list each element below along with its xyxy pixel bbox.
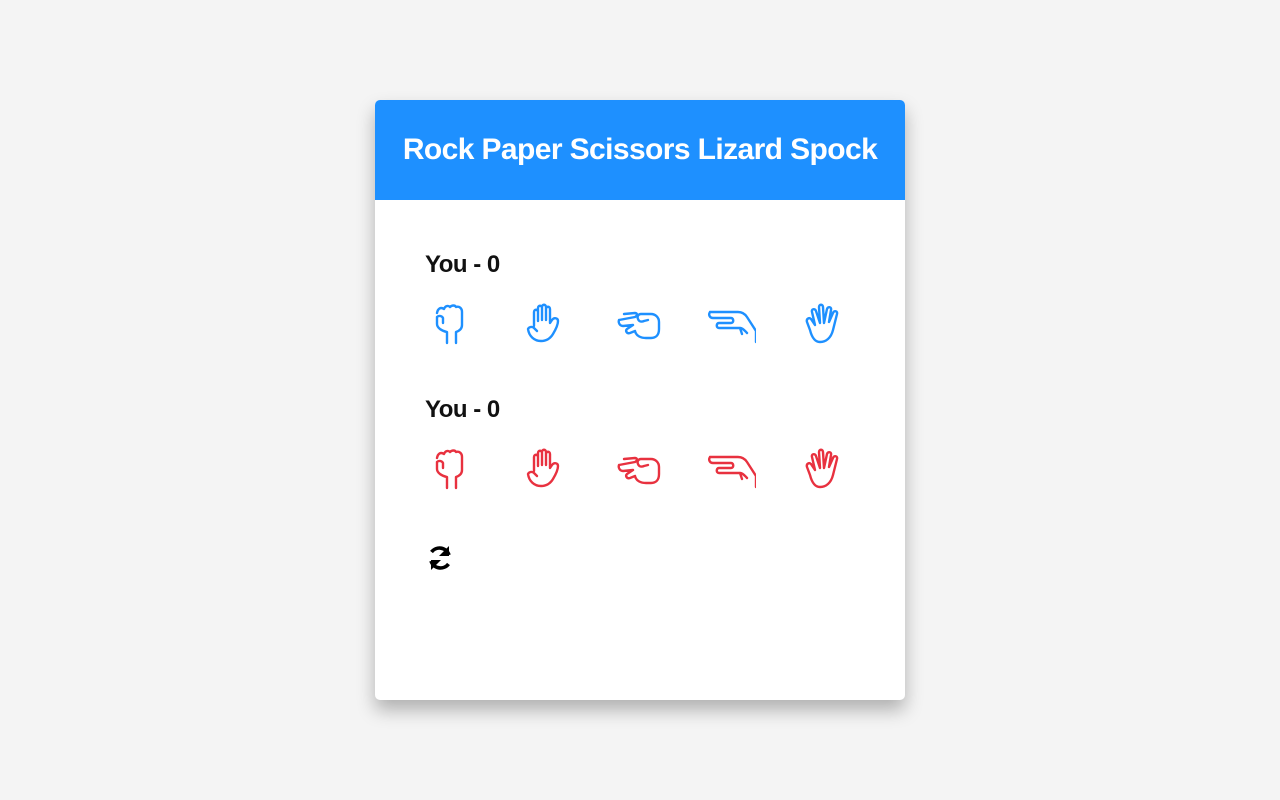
hand-spock-icon <box>805 448 839 489</box>
game-card: Rock Paper Scissors Lizard Spock You - 0 <box>375 100 905 700</box>
player-two-lizard-button[interactable] <box>704 441 760 497</box>
hand-rock-icon <box>435 304 464 345</box>
player-two-section: You - 0 <box>425 395 855 497</box>
player-one-paper-button[interactable] <box>518 296 574 352</box>
reset-button[interactable] <box>425 543 457 575</box>
hand-paper-icon <box>526 448 560 488</box>
hand-spock-icon <box>805 303 839 344</box>
refresh-icon <box>429 546 451 570</box>
player-two-scissors-button[interactable] <box>611 441 667 497</box>
hand-lizard-icon <box>708 455 756 489</box>
player-one-scissors-button[interactable] <box>611 296 667 352</box>
player-two-paper-button[interactable] <box>518 441 574 497</box>
player-two-hands <box>425 441 855 497</box>
player-two-score: You - 0 <box>425 396 500 423</box>
player-two-spock-button[interactable] <box>797 441 853 497</box>
hand-rock-icon <box>435 449 464 490</box>
player-two-rock-button[interactable] <box>425 441 481 497</box>
page-title: Rock Paper Scissors Lizard Spock <box>402 133 878 166</box>
card-header: Rock Paper Scissors Lizard Spock <box>375 100 905 200</box>
player-one-score: You - 0 <box>425 251 500 278</box>
player-one-hands <box>425 296 855 352</box>
hand-scissors-icon <box>617 311 661 340</box>
hand-scissors-icon <box>617 456 661 485</box>
player-one-section: You - 0 <box>425 250 855 352</box>
player-one-spock-button[interactable] <box>797 296 853 352</box>
hand-lizard-icon <box>708 310 756 344</box>
card-body: You - 0 You - 0 <box>375 200 905 575</box>
player-one-lizard-button[interactable] <box>704 296 760 352</box>
player-one-rock-button[interactable] <box>425 296 481 352</box>
hand-paper-icon <box>526 303 560 343</box>
